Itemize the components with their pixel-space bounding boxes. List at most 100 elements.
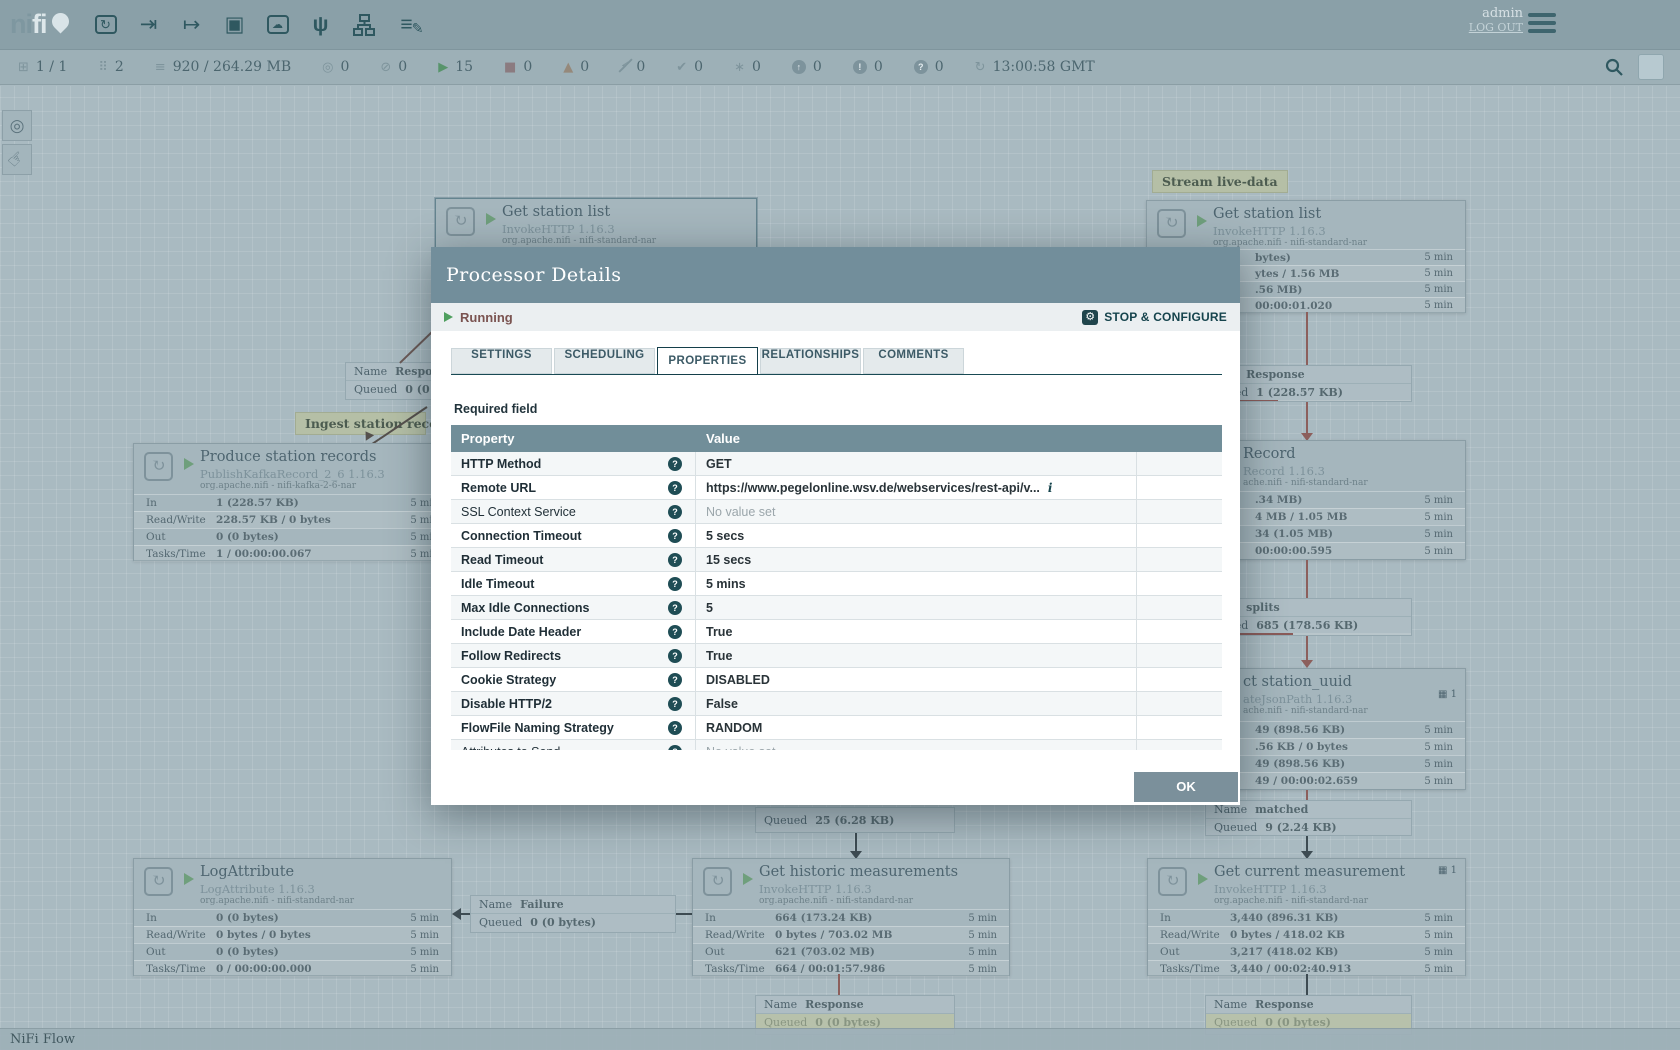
table-row: Max Idle Connections?5 <box>451 596 1222 620</box>
stat-out: Out3,217 (418.02 KB)5 min <box>1148 943 1465 960</box>
global-menu-icon[interactable] <box>1528 13 1556 35</box>
tab-scheduling[interactable]: SCHEDULING <box>554 348 655 374</box>
help-icon[interactable]: ? <box>668 457 682 471</box>
processor-get-current-measurement[interactable]: ↻ Get current measurement InvokeHTTP 1.1… <box>1147 858 1466 976</box>
info-icon[interactable]: i <box>1048 481 1053 495</box>
arrowhead <box>452 908 461 920</box>
ok-button[interactable]: OK <box>1134 772 1238 802</box>
status-locally-modified: ∗0 <box>734 59 761 75</box>
status-transmitting: ◎0 <box>322 59 349 75</box>
help-icon[interactable]: ? <box>668 505 682 519</box>
template-icon[interactable] <box>351 12 377 38</box>
stop-and-configure-button[interactable]: ⚙ STOP & CONFIGURE <box>1082 310 1227 325</box>
breadcrumb-bar: NiFi Flow <box>0 1028 1680 1050</box>
stat-in: In664 (173.24 KB)5 min <box>693 909 1009 926</box>
last-refresh[interactable]: ↻13:00:58 GMT <box>975 59 1095 75</box>
help-icon[interactable]: ? <box>668 745 682 751</box>
table-row: HTTP Method?GET <box>451 452 1222 476</box>
dialog-body: SETTINGS SCHEDULING PROPERTIES RELATIONS… <box>431 331 1240 805</box>
connection-failure[interactable]: NameFailure Queued0 (0 bytes) <box>470 895 676 933</box>
label-icon[interactable]: ≡ ✎ <box>394 12 420 38</box>
run-status-label: Running <box>460 310 513 325</box>
stat-read-write: Read/Write0 bytes / 418.02 KB5 min <box>1148 926 1465 943</box>
invalid-icon: ▲ <box>563 60 573 75</box>
canvas-label[interactable]: Stream live-data <box>1152 170 1288 193</box>
tab-properties[interactable]: PROPERTIES <box>657 347 758 375</box>
running-status-icon <box>743 873 753 885</box>
processor-get-historic-measurements[interactable]: ↻ Get historic measurements InvokeHTTP 1… <box>692 858 1010 976</box>
processor-icon: ↻ <box>1157 209 1186 238</box>
threads-icon: ⠿ <box>98 60 108 75</box>
status-stale: ↑0 <box>792 59 822 75</box>
navigate-palette-button[interactable]: ◎ <box>2 110 32 141</box>
operate-palette-button[interactable]: ☞ <box>2 144 32 175</box>
required-field-note: Required field <box>454 402 537 416</box>
status-queued: ≡920 / 264.29 MB <box>155 59 291 75</box>
logout-link[interactable]: LOG OUT <box>1469 21 1523 34</box>
dialog-title: Processor Details <box>446 264 621 286</box>
up-to-date-icon: ✔ <box>676 60 687 75</box>
connection-line <box>855 833 857 851</box>
table-row: Include Date Header?True <box>451 620 1222 644</box>
connection-matched[interactable]: Namematched Queued9 (2.24 KB) <box>1205 800 1412 836</box>
help-icon[interactable]: ? <box>668 553 682 567</box>
processor-logattribute[interactable]: ↻ LogAttribute LogAttribute 1.16.3 org.a… <box>133 858 452 976</box>
remote-process-group-icon[interactable]: ☁ <box>265 12 291 38</box>
status-up-to-date: ✔0 <box>676 59 703 75</box>
tab-comments[interactable]: COMMENTS <box>863 348 964 374</box>
processor-toolbar-icon[interactable]: ↻ <box>93 12 119 38</box>
table-row: Disable HTTP/2?False <box>451 692 1222 716</box>
status-running: ▶15 <box>438 59 473 75</box>
processor-produce-station-records[interactable]: ↻ Produce station records PublishKafkaRe… <box>133 443 452 561</box>
stat-tasks-time: Tasks/Time664 / 00:01:57.9865 min <box>693 960 1009 977</box>
breadcrumb[interactable]: NiFi Flow <box>10 1032 75 1047</box>
dialog-tabs: SETTINGS SCHEDULING PROPERTIES RELATIONS… <box>451 347 1222 375</box>
help-icon[interactable]: ? <box>668 577 682 591</box>
connection-line <box>1306 836 1308 851</box>
connection-line <box>838 974 840 995</box>
connection-line <box>1306 790 1308 800</box>
search-icon[interactable] <box>1604 57 1624 77</box>
app-header: nifi ↻ ⇥ ↦ ▣ ☁ ψ ≡ ✎ admin LOG OUT <box>0 0 1680 50</box>
table-row: FlowFile Naming Strategy?RANDOM <box>451 716 1222 740</box>
stat-out: Out0 (0 bytes)5 min <box>134 528 451 545</box>
help-icon[interactable]: ? <box>668 649 682 663</box>
stat-out: Out621 (703.02 MB)5 min <box>693 943 1009 960</box>
help-icon[interactable]: ? <box>668 721 682 735</box>
connection-queued-25[interactable]: Queued25 (6.28 KB) <box>755 807 955 833</box>
tab-settings[interactable]: SETTINGS <box>451 348 552 374</box>
table-row: Attributes to Send?No value set <box>451 740 1222 750</box>
help-icon[interactable]: ? <box>668 481 682 495</box>
running-status-icon <box>1197 215 1207 227</box>
birdseye-panel-button[interactable] <box>1638 54 1664 80</box>
help-icon[interactable]: ? <box>668 601 682 615</box>
input-port-icon[interactable]: ⇥ <box>136 12 162 38</box>
properties-table: Property Value HTTP Method?GET Remote UR… <box>451 425 1222 750</box>
tab-relationships[interactable]: RELATIONSHIPS <box>760 348 861 374</box>
processor-title: Get station list <box>502 204 610 220</box>
logo-text: ni <box>10 9 32 40</box>
arrowhead <box>1301 660 1313 668</box>
stat-read-write: Read/Write228.57 KB / 0 bytes5 min <box>134 511 451 528</box>
nifi-logo: nifi <box>10 9 69 40</box>
output-port-icon[interactable]: ↦ <box>179 12 205 38</box>
refresh-icon: ↻ <box>975 60 986 75</box>
help-icon[interactable]: ? <box>668 673 682 687</box>
running-status-icon <box>184 458 194 470</box>
running-icon: ▶ <box>438 60 448 75</box>
funnel-icon[interactable]: ψ <box>308 12 334 38</box>
process-group-icon[interactable]: ▣ <box>222 12 248 38</box>
current-user: admin <box>1469 6 1523 21</box>
stat-read-write: Read/Write0 bytes / 703.02 MB5 min <box>693 926 1009 943</box>
status-active-threads: ⠿2 <box>98 59 123 75</box>
canvas-label[interactable]: Ingest station records <box>295 412 426 435</box>
status-invalid: ▲0 <box>563 59 589 75</box>
connection-line <box>1306 402 1308 433</box>
help-icon[interactable]: ? <box>668 625 682 639</box>
help-icon[interactable]: ? <box>668 529 682 543</box>
processor-icon: ↻ <box>703 867 732 896</box>
stat-out: Out0 (0 bytes)5 min <box>134 943 451 960</box>
transmitting-icon: ◎ <box>322 60 333 75</box>
processor-details-dialog: Processor Details Running ⚙ STOP & CONFI… <box>431 247 1240 805</box>
help-icon[interactable]: ? <box>668 697 682 711</box>
